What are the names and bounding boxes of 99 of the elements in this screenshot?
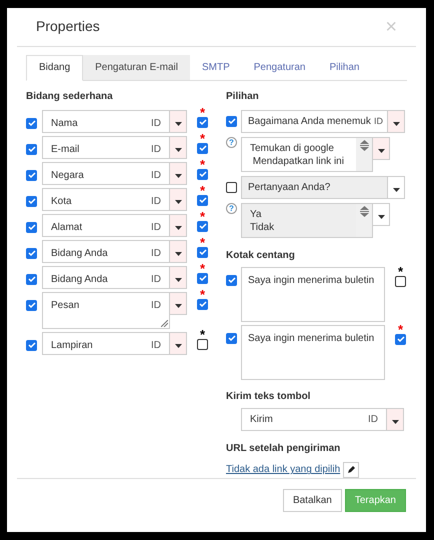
required-asterisk: *: [200, 108, 206, 117]
caret-icon: [174, 200, 182, 204]
checkbox[interactable]: [26, 196, 37, 207]
checkbox[interactable]: [26, 340, 37, 351]
dialog-title: Properties: [36, 17, 100, 36]
dropdown-button[interactable]: [373, 202, 390, 226]
checkbox[interactable]: [197, 246, 208, 258]
text-field[interactable]: Bidang Anda ID: [42, 266, 170, 289]
dropdown-button[interactable]: [373, 136, 390, 160]
help-icon[interactable]: ?: [226, 136, 237, 148]
options-text-area[interactable]: Ya Tidak: [241, 202, 373, 238]
checkbox[interactable]: [26, 222, 37, 233]
dropdown-button[interactable]: [170, 292, 187, 315]
spinner-icon[interactable]: [360, 206, 368, 217]
text-field[interactable]: Lampiran ID: [42, 332, 170, 355]
question-field[interactable]: Pertanyaan Anda?: [241, 176, 388, 199]
caret-icon: [174, 344, 182, 348]
caret-icon: [174, 226, 182, 230]
required-asterisk: *: [200, 212, 206, 221]
text-area[interactable]: Saya ingin menerima buletin: [241, 266, 385, 322]
caret-icon: [174, 174, 182, 178]
caret-icon: [174, 122, 182, 126]
checkbox[interactable]: [226, 274, 237, 286]
question-field[interactable]: Bagaimana Anda menemuk ID: [241, 110, 388, 133]
checkbox[interactable]: [197, 168, 208, 180]
dropdown-button[interactable]: [388, 176, 405, 199]
checkbox[interactable]: [226, 116, 237, 127]
link[interactable]: Tidak ada link yang dipilih: [226, 462, 340, 478]
checkbox[interactable]: [197, 338, 208, 350]
dropdown-button[interactable]: [170, 240, 187, 263]
checkbox[interactable]: [226, 182, 237, 193]
caret-icon: [392, 188, 400, 192]
caret-icon: [392, 122, 400, 126]
caret-icon: [174, 278, 182, 282]
text-field[interactable]: Nama ID: [42, 110, 170, 133]
required-asterisk: *: [200, 238, 206, 247]
checkbox[interactable]: [197, 298, 208, 310]
required-asterisk: *: [200, 264, 206, 273]
resize-grip-icon: [161, 320, 168, 327]
checkbox[interactable]: [26, 170, 37, 181]
tab[interactable]: SMTP: [190, 54, 242, 80]
checkbox[interactable]: [226, 332, 237, 344]
section-heading: Bidang sederhana: [26, 90, 114, 104]
dropdown-button[interactable]: [170, 162, 187, 185]
checkbox[interactable]: [197, 220, 208, 232]
dropdown-button[interactable]: [170, 266, 187, 289]
caret-icon: [392, 420, 398, 424]
pencil-icon: [346, 465, 356, 474]
section-heading: Pilihan: [226, 90, 260, 104]
checkbox[interactable]: [395, 276, 406, 287]
options-text-area[interactable]: Temukan di google Mendapatkan link ini: [241, 136, 373, 172]
text-field[interactable]: Bidang Anda ID: [42, 240, 170, 263]
checkbox[interactable]: [197, 142, 208, 154]
section-heading: Kotak centang: [226, 248, 296, 263]
tab[interactable]: Pengaturan E-mail: [83, 54, 190, 80]
checkbox[interactable]: [26, 300, 37, 311]
section-heading: URL setelah pengiriman: [226, 442, 342, 456]
caret-icon: [174, 148, 182, 152]
text-area[interactable]: Pesan ID: [42, 292, 170, 329]
text-field[interactable]: Alamat ID: [42, 214, 170, 237]
text-field[interactable]: Kirim ID: [241, 408, 387, 431]
cancel-button[interactable]: Batalkan: [282, 489, 342, 512]
checkbox[interactable]: [26, 274, 37, 285]
edit-button[interactable]: [343, 462, 360, 478]
caret-icon: [174, 252, 182, 256]
dropdown-button[interactable]: [170, 136, 187, 159]
text-area[interactable]: Saya ingin menerima buletin: [241, 324, 385, 380]
checkbox[interactable]: [197, 194, 208, 206]
checkbox[interactable]: [197, 116, 208, 128]
dropdown-button[interactable]: [170, 110, 187, 133]
text-field[interactable]: Kota ID: [42, 188, 170, 211]
tab[interactable]: Pengaturan: [242, 54, 318, 80]
checkbox[interactable]: [197, 272, 208, 284]
spinner-icon[interactable]: [360, 140, 368, 151]
dropdown-button[interactable]: [388, 110, 405, 133]
dropdown-button[interactable]: [170, 332, 187, 355]
dropdown-button[interactable]: [170, 188, 187, 211]
tab[interactable]: Pilihan: [317, 54, 372, 80]
section-heading: Kirim teks tombol: [226, 390, 312, 404]
caret-icon: [174, 304, 182, 308]
text-field[interactable]: Negara ID: [42, 162, 170, 185]
required-asterisk: *: [200, 330, 206, 339]
checkbox[interactable]: [395, 334, 406, 345]
required-asterisk: *: [200, 134, 206, 143]
checkbox[interactable]: [26, 118, 37, 129]
text-field[interactable]: E-mail ID: [42, 136, 170, 159]
required-asterisk: *: [200, 160, 206, 169]
caret-icon: [378, 148, 384, 153]
required-asterisk: *: [398, 266, 404, 276]
help-icon[interactable]: ?: [226, 202, 237, 214]
required-asterisk: *: [398, 324, 404, 334]
checkbox[interactable]: [26, 248, 37, 259]
required-asterisk: *: [200, 186, 206, 195]
tab[interactable]: Bidang: [26, 54, 84, 81]
checkbox[interactable]: [26, 144, 37, 155]
required-asterisk: *: [200, 290, 206, 299]
caret-icon: [378, 214, 384, 219]
dropdown-button[interactable]: [387, 408, 404, 431]
dropdown-button[interactable]: [170, 214, 187, 237]
